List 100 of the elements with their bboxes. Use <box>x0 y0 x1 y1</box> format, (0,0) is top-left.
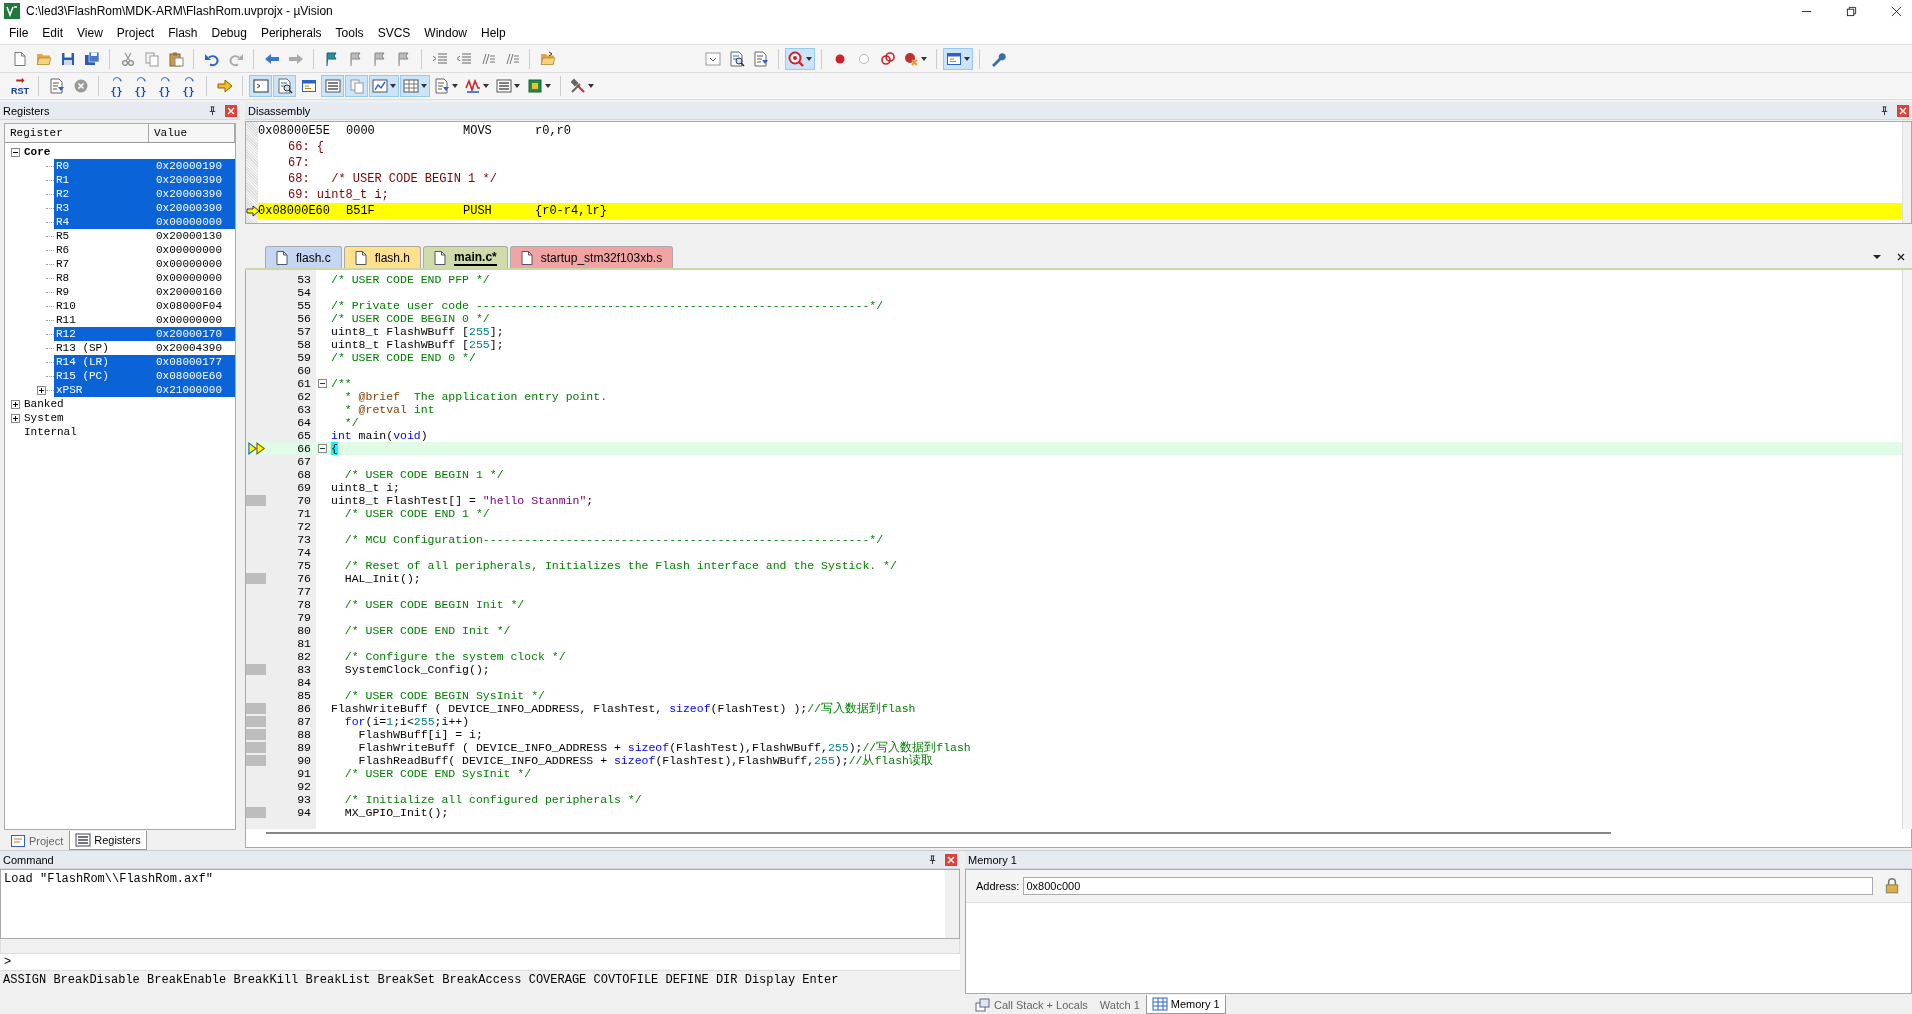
line-number: 89 <box>296 741 312 754</box>
register-row[interactable]: xPSR 0x21000000 <box>54 383 235 397</box>
toolbar-button[interactable]: {} <box>105 75 128 97</box>
code-line: /* Private user code ---------------------------------------------------------*/ <box>330 299 884 312</box>
panel-tab[interactable]: Call Stack + Locals <box>969 995 1094 1014</box>
panel-tab[interactable]: Watch 1 <box>1093 995 1146 1014</box>
tree-connector <box>46 207 54 209</box>
line-number: 72 <box>296 520 312 533</box>
save-icon <box>59 50 76 67</box>
pin-icon[interactable] <box>1880 106 1889 115</box>
caret-icon[interactable] <box>1872 252 1882 262</box>
register-row[interactable]: R6 0x00000000 <box>54 243 235 257</box>
register-name: R5 <box>55 230 71 242</box>
menu-item[interactable]: Debug <box>204 24 254 42</box>
chip-icon <box>527 78 543 94</box>
file-tab[interactable]: startup_stm32f103xb.s <box>509 246 674 268</box>
expand-toggle-icon[interactable] <box>11 399 20 409</box>
line-number: 60 <box>296 364 312 377</box>
lock-icon[interactable] <box>1883 877 1901 895</box>
menu-item[interactable]: Project <box>109 24 162 42</box>
toolbar-button[interactable] <box>273 75 296 97</box>
toolbar-button[interactable] <box>943 47 973 70</box>
tree-item[interactable]: Core <box>5 145 55 159</box>
register-row[interactable]: R5 0x20000130 <box>54 229 235 243</box>
menu-item[interactable]: Tools <box>328 24 371 42</box>
register-row[interactable]: R11 0x00000000 <box>54 313 235 327</box>
tree-connector <box>46 389 54 391</box>
command-input[interactable]: > <box>0 954 960 971</box>
line-number: 65 <box>296 429 312 442</box>
menu-item[interactable]: Flash <box>161 24 205 42</box>
new-file-icon <box>11 50 28 67</box>
file-tab[interactable]: flash.h <box>343 246 422 268</box>
panel-tab[interactable]: Registers <box>69 831 147 850</box>
menu-item[interactable]: Edit <box>35 24 71 42</box>
register-row[interactable]: R2 0x20000390 <box>54 187 235 201</box>
document-icon <box>274 249 290 266</box>
panel-tab[interactable]: Project <box>4 831 70 850</box>
line-number: 80 <box>296 624 312 637</box>
column-header[interactable]: Value <box>149 124 235 142</box>
fold-toggle-icon[interactable] <box>318 379 327 388</box>
menu-item[interactable]: View <box>70 24 110 42</box>
register-row[interactable]: R12 0x20000170 <box>54 327 235 341</box>
file-tab[interactable]: flash.c <box>265 246 342 268</box>
line-number: 73 <box>296 533 312 546</box>
register-row[interactable]: R7 0x00000000 <box>54 257 235 271</box>
register-row[interactable]: R15 (PC) 0x08000E60 <box>54 369 235 383</box>
tree-item[interactable]: Internal <box>5 425 81 439</box>
column-header[interactable]: Register <box>5 124 149 142</box>
code-line: for(i=1;i<255;i++) <box>343 715 470 728</box>
register-row[interactable]: R3 0x20000390 <box>54 201 235 215</box>
menu-item[interactable]: Help <box>474 24 513 42</box>
register-name: R4 <box>55 216 71 228</box>
toolbar-button[interactable] <box>785 47 815 70</box>
tree-item[interactable]: System <box>5 411 68 425</box>
paste-icon <box>167 50 184 67</box>
pin-icon[interactable] <box>208 106 217 115</box>
close-icon[interactable] <box>1891 5 1902 17</box>
panel-tab[interactable]: Memory 1 <box>1145 995 1226 1014</box>
code-line: FlashWriteBuff ( DEVICE_INFO_ADDRESS + sizeof(FlashTest),FlashWBuff,255);//写入数据到flash <box>357 740 971 754</box>
save-all-icon <box>83 50 100 67</box>
register-row[interactable]: R4 0x00000000 <box>54 215 235 229</box>
register-name: R14 (LR) <box>55 356 110 368</box>
register-row[interactable]: R9 0x20000160 <box>54 285 235 299</box>
disassembly-line: 0x08000E60 B51F PUSH {r0-r4,lr} <box>258 204 607 218</box>
scrollbar-thumb[interactable] <box>266 832 1611 834</box>
file-tab[interactable]: main.c* <box>423 246 508 268</box>
code-line: uint8_t FlashWBuff [255]; <box>330 325 504 338</box>
toolbar-button[interactable]: RST <box>8 75 32 97</box>
register-row[interactable]: R0 0x20000190 <box>54 159 235 173</box>
register-row[interactable]: R8 0x00000000 <box>54 271 235 285</box>
restore-icon[interactable] <box>1846 5 1857 17</box>
close-icon[interactable] <box>1896 252 1906 262</box>
toolbar-button[interactable]: {} <box>153 75 176 97</box>
register-name: R12 <box>55 328 77 340</box>
line-number: 88 <box>296 728 312 741</box>
register-row[interactable]: R13 (SP) 0x20004390 <box>54 341 235 355</box>
toolbar-button[interactable]: {} <box>177 75 200 97</box>
menu-item[interactable]: Peripherals <box>253 24 329 42</box>
toolbar-button[interactable] <box>369 75 399 97</box>
register-value: 0x00000000 <box>156 258 223 270</box>
menu-item[interactable]: SVCS <box>370 24 418 42</box>
tree-item[interactable]: Banked <box>5 397 68 411</box>
fold-toggle-icon[interactable] <box>318 444 327 453</box>
register-row[interactable]: R1 0x20000390 <box>54 173 235 187</box>
address-field[interactable]: 0x800c000 <box>1023 877 1873 895</box>
register-value: 0x20000390 <box>156 174 223 186</box>
expand-toggle-icon[interactable] <box>11 147 20 157</box>
scrollbar[interactable] <box>945 870 959 938</box>
code-line: /* USER CODE END Init */ <box>343 624 511 637</box>
scrollbar[interactable] <box>245 829 1912 848</box>
register-row[interactable]: R14 (LR) 0x08000177 <box>54 355 235 369</box>
magnifier-icon <box>788 50 804 67</box>
expand-toggle-icon[interactable] <box>37 385 46 395</box>
menu-item[interactable]: File <box>2 24 36 42</box>
cut-icon <box>119 50 136 67</box>
toolbar-button[interactable]: {} <box>129 75 152 97</box>
menu-item[interactable]: Window <box>417 24 474 42</box>
pin-icon[interactable] <box>928 855 937 864</box>
register-row[interactable]: R10 0x08000F04 <box>54 299 235 313</box>
expand-toggle-icon[interactable] <box>11 413 20 423</box>
